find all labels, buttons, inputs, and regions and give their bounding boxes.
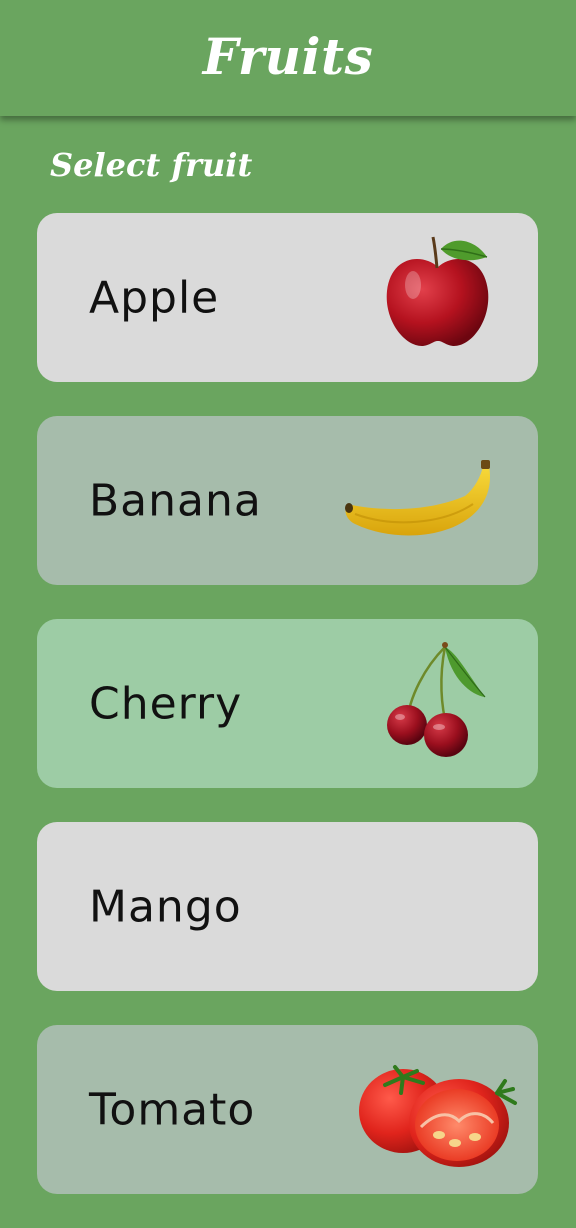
fruit-card-mango[interactable]: Mango [37,822,538,991]
fruit-list: Apple Banana Cherry Mango Tomato [37,213,538,1228]
fruit-card-apple[interactable]: Apple [37,213,538,382]
fruit-label: Banana [89,475,262,526]
fruit-label: Tomato [89,1084,256,1135]
banana-icon [345,460,491,536]
apple-icon [386,236,489,347]
cherry-icon [387,642,486,757]
fruit-card-banana[interactable]: Banana [37,416,538,585]
fruit-label: Mango [89,881,242,932]
app-title: Fruits [202,26,374,86]
fruit-label: Cherry [89,678,243,729]
fruit-label: Apple [89,272,220,323]
fruit-card-tomato[interactable]: Tomato [37,1025,538,1194]
tomato-icon [359,1065,517,1167]
app-bar: Fruits [0,0,576,116]
select-fruit-heading: Select fruit [50,146,253,184]
fruit-card-cherry[interactable]: Cherry [37,619,538,788]
